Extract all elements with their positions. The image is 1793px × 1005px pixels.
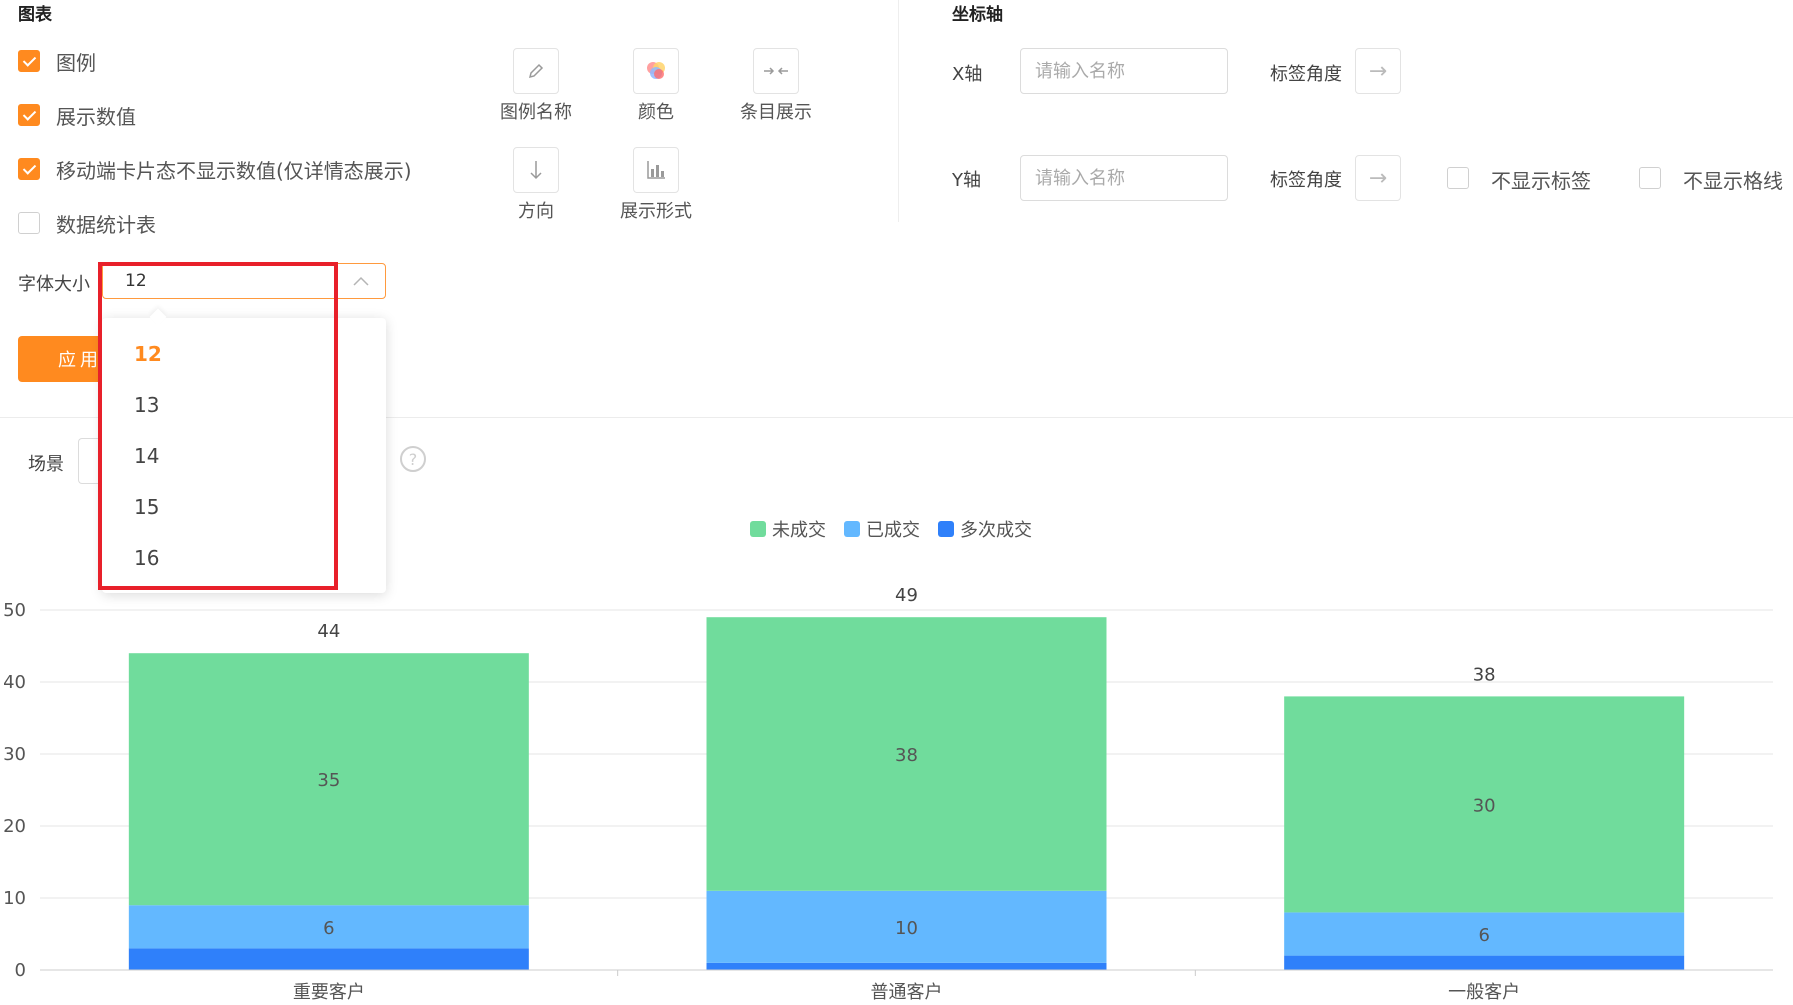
bar-total-label: 38 — [1473, 664, 1496, 685]
bar-value-label: 6 — [1478, 925, 1489, 946]
item-display-button[interactable] — [753, 48, 799, 94]
bar-value-label: 30 — [1473, 795, 1496, 816]
legend-swatch — [938, 521, 954, 537]
bar-value-label: 35 — [317, 770, 340, 791]
y-axis-label: Y轴 — [952, 170, 981, 191]
data-table-label: 数据统计表 — [56, 212, 156, 237]
pencil-icon — [528, 63, 544, 79]
arrow-right-icon: → — [1368, 165, 1388, 191]
dropdown-arrow — [149, 308, 167, 326]
color-button[interactable] — [633, 48, 679, 94]
font-size-value: 12 — [125, 271, 147, 291]
mobile-hide-values-label: 移动端卡片态不显示数值(仅详情态展示) — [56, 158, 412, 183]
legend-text: 多次成交 — [960, 520, 1032, 541]
bar-segment — [706, 962, 1107, 970]
mobile-hide-values-checkbox[interactable] — [18, 158, 40, 180]
tool-display-form[interactable]: 展示形式 — [616, 147, 696, 223]
legend-text: 已成交 — [866, 520, 920, 541]
legend-item-closed[interactable]: 已成交 — [844, 516, 920, 542]
stacked-bar-chart: 0 10 20 30 40 50 6 35 44 重要客户 10 38 49 普通客户 6 30 38 一般客户 — [3, 585, 1773, 1003]
legend-swatch — [844, 521, 860, 537]
tool-item-display[interactable]: 条目展示 — [736, 48, 816, 124]
y-tick-label: 10 — [3, 888, 26, 909]
bar-value-label: 6 — [323, 918, 334, 939]
hide-grid-label: 不显示格线 — [1683, 169, 1783, 193]
direction-label: 方向 — [518, 201, 554, 222]
help-icon[interactable]: ? — [400, 446, 426, 472]
scene-label: 场景 — [28, 454, 64, 475]
tool-legend-name[interactable]: 图例名称 — [496, 48, 576, 124]
direction-button[interactable] — [513, 147, 559, 193]
chart-section-title: 图表 — [18, 5, 52, 25]
display-form-button[interactable] — [633, 147, 679, 193]
item-display-label: 条目展示 — [740, 102, 812, 123]
collapse-arrows-icon — [764, 67, 788, 75]
x-tick-label: 普通客户 — [871, 982, 943, 1003]
color-label: 颜色 — [638, 102, 674, 123]
chevron-up-icon — [353, 276, 369, 286]
font-size-option-15[interactable]: 15 — [134, 495, 159, 519]
bar-total-label: 49 — [895, 585, 918, 606]
font-size-dropdown: 12 13 14 15 16 — [102, 308, 386, 593]
legend-item-multi[interactable]: 多次成交 — [938, 516, 1032, 542]
legend-label: 图例 — [56, 50, 96, 75]
hide-grid-checkbox[interactable] — [1639, 167, 1661, 189]
legend-item-unclosed[interactable]: 未成交 — [750, 516, 826, 542]
show-values-checkbox[interactable] — [18, 104, 40, 126]
x-label-angle-label: 标签角度 — [1270, 64, 1342, 85]
legend-name-label: 图例名称 — [500, 102, 572, 123]
tool-direction[interactable]: 方向 — [496, 147, 576, 223]
y-label-angle-label: 标签角度 — [1270, 170, 1342, 191]
font-size-option-13[interactable]: 13 — [134, 393, 159, 417]
chart-legend: 未成交 已成交 多次成交 — [750, 516, 1050, 542]
font-size-label: 字体大小 — [18, 274, 90, 295]
y-label-angle-button[interactable]: → — [1355, 155, 1401, 201]
x-tick-label: 一般客户 — [1448, 982, 1520, 1003]
section-divider — [898, 0, 899, 222]
y-tick-label: 20 — [3, 816, 26, 837]
legend-name-button[interactable] — [513, 48, 559, 94]
x-label-angle-button[interactable]: → — [1355, 48, 1401, 94]
color-palette-icon — [647, 62, 665, 79]
font-size-select[interactable]: 12 — [102, 263, 386, 299]
bar-value-label: 38 — [895, 745, 918, 766]
legend-swatch — [750, 521, 766, 537]
bar-total-label: 44 — [317, 621, 340, 642]
option-data-table[interactable]: 数据统计表 — [18, 210, 156, 237]
option-legend[interactable]: 图例 — [18, 48, 96, 75]
tool-color[interactable]: 颜色 — [616, 48, 696, 124]
y-tick-label: 40 — [3, 672, 26, 693]
legend-checkbox[interactable] — [18, 50, 40, 72]
y-tick-label: 0 — [15, 960, 26, 981]
x-axis-name-input[interactable] — [1020, 48, 1228, 94]
x-tick-label: 重要客户 — [293, 982, 365, 1003]
hide-labels-checkbox[interactable] — [1447, 167, 1469, 189]
option-mobile-hide-values[interactable]: 移动端卡片态不显示数值(仅详情态展示) — [18, 156, 412, 183]
display-form-label: 展示形式 — [620, 201, 692, 222]
axis-section-title: 坐标轴 — [952, 5, 1003, 25]
bar-segment — [1284, 955, 1685, 970]
legend-text: 未成交 — [772, 520, 826, 541]
arrow-right-icon: → — [1368, 58, 1388, 84]
bar-chart-icon — [647, 161, 665, 179]
hide-labels-label: 不显示标签 — [1491, 169, 1591, 193]
bar-value-label: 10 — [895, 918, 918, 939]
y-axis-name-input[interactable] — [1020, 155, 1228, 201]
font-size-option-14[interactable]: 14 — [134, 444, 159, 468]
arrow-down-icon — [530, 161, 542, 180]
y-tick-label: 50 — [3, 600, 26, 621]
font-size-option-12[interactable]: 12 — [134, 342, 162, 366]
bar-segment — [128, 948, 529, 970]
show-values-label: 展示数值 — [56, 104, 136, 129]
y-tick-label: 30 — [3, 744, 26, 765]
x-axis-label: X轴 — [952, 64, 983, 85]
option-show-values[interactable]: 展示数值 — [18, 102, 136, 129]
font-size-option-16[interactable]: 16 — [134, 546, 159, 570]
data-table-checkbox[interactable] — [18, 212, 40, 234]
